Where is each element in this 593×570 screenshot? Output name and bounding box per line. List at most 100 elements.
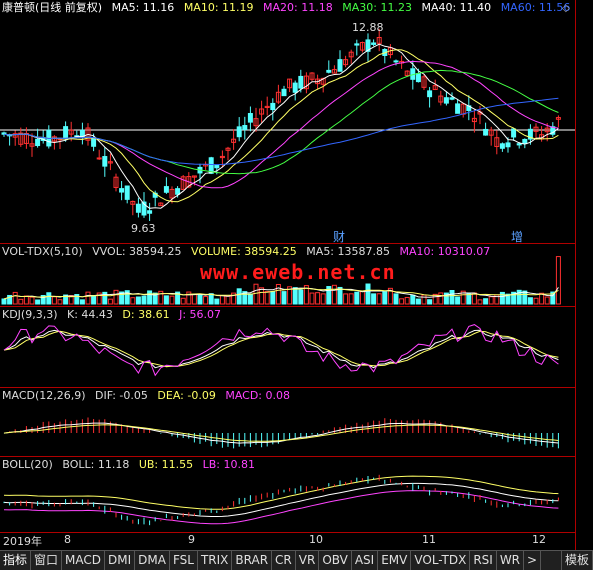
low-price-label: 9.63 <box>131 222 156 235</box>
tab-asi[interactable]: ASI <box>352 551 379 570</box>
volume-bar <box>371 293 377 305</box>
axis-month-12: 12 <box>532 533 546 546</box>
diamond-icon[interactable]: ◇ <box>562 3 570 14</box>
volume-bar <box>214 298 220 305</box>
candle-body <box>102 156 108 167</box>
volume-bar <box>376 293 382 305</box>
candle-body <box>337 59 343 72</box>
macd-dif-label: DIF: -0.05 <box>95 389 148 402</box>
tab-cr[interactable]: CR <box>272 551 296 570</box>
candle-body <box>443 97 449 104</box>
volume-bar <box>169 295 175 305</box>
volume-bar <box>438 292 444 305</box>
candle-body <box>371 42 377 45</box>
volume-bar <box>91 295 97 305</box>
tab-emv[interactable]: EMV <box>378 551 412 570</box>
tab-trix[interactable]: TRIX <box>198 551 233 570</box>
volume-bar <box>107 298 113 305</box>
volume-bar <box>35 299 41 305</box>
boll-panel[interactable]: BOLL(20) BOLL: 11.18 UB: 11.55 LB: 10.81 <box>0 457 575 532</box>
volume-bar <box>163 295 169 305</box>
tab-vr[interactable]: VR <box>296 551 320 570</box>
candle-body <box>236 126 242 138</box>
macd-panel[interactable]: MACD(12,26,9) DIF: -0.05 DEA: -0.09 MACD… <box>0 388 575 457</box>
volume-bar <box>298 289 304 305</box>
tab-obv[interactable]: OBV <box>319 551 352 570</box>
candle-body <box>516 143 522 146</box>
tab-wr[interactable]: WR <box>497 551 525 570</box>
volume-bar <box>141 295 147 305</box>
axis-month-8: 8 <box>64 533 71 546</box>
ma10-label: MA10: 11.19 <box>183 1 254 14</box>
axis-year: 2019年 <box>3 535 42 548</box>
indicator-tab-bar: 指标 窗口 MACD DMI DMA FSL TRIX BRAR CR VR O… <box>0 550 593 570</box>
volume-bar <box>315 292 321 305</box>
tab-brar[interactable]: BRAR <box>232 551 273 570</box>
ma30-label: MA30: 11.23 <box>342 1 412 14</box>
axis-month-9: 9 <box>188 533 195 546</box>
tab-window[interactable]: 窗口 <box>31 551 63 570</box>
volume-bar <box>320 293 326 305</box>
volume-bar <box>488 296 494 305</box>
volume-bar <box>455 296 461 305</box>
tab-dma[interactable]: DMA <box>135 551 170 570</box>
tab-rsi[interactable]: RSI <box>470 551 497 570</box>
tab-template[interactable]: 模板 <box>560 551 593 570</box>
volume-bar <box>365 283 371 305</box>
volume-bar <box>292 287 298 305</box>
candle-body <box>135 203 141 213</box>
candle-body <box>270 102 276 111</box>
ma60-label: MA60: 11.56 <box>500 1 571 14</box>
volume-bar <box>203 296 209 305</box>
volume-label: VOLUME: 38594.25 <box>191 245 297 258</box>
boll-mid-label: BOLL: 11.18 <box>62 458 130 471</box>
volume-bar <box>522 290 528 305</box>
tab-macd[interactable]: MACD <box>62 551 106 570</box>
candle-body <box>511 128 517 138</box>
candle-body <box>242 125 248 130</box>
finance-mark[interactable]: 财 <box>333 228 345 245</box>
candle-body <box>175 188 181 195</box>
volume-bar <box>247 293 253 305</box>
right-scale[interactable] <box>575 0 593 550</box>
increase-mark[interactable]: 增 <box>511 228 523 245</box>
candle-body <box>505 142 511 148</box>
volume-bar <box>191 293 197 305</box>
boll-mid-line <box>3 482 559 517</box>
candle-body <box>96 157 102 160</box>
tab-vol-tdx[interactable]: VOL-TDX <box>411 551 471 570</box>
volume-bar <box>113 289 119 305</box>
candle-body <box>427 90 433 98</box>
ma60-line <box>3 97 559 166</box>
price-panel[interactable]: 康普顿(日线 前复权) MA5: 11.16 MA10: 11.19 MA20:… <box>0 0 584 245</box>
volume-bar <box>180 297 186 305</box>
tab-dmi[interactable]: DMI <box>105 551 136 570</box>
kdj-j-label: J: 56.07 <box>179 308 222 321</box>
volume-bar <box>12 291 18 305</box>
volume-bar <box>264 291 270 305</box>
volume-panel[interactable]: VOL-TDX(5,10) VVOL: 38594.25 VOLUME: 385… <box>0 244 575 307</box>
candle-body <box>449 97 455 100</box>
candle-body <box>63 126 69 140</box>
candle-body <box>415 73 421 83</box>
volume-bar <box>130 297 136 305</box>
volume-bar <box>427 299 433 305</box>
kdj-header: KDJ(9,3,3) K: 44.43 D: 38.61 J: 56.07 <box>2 308 227 322</box>
volume-bar <box>331 284 337 305</box>
volume-bar <box>85 291 91 305</box>
volume-bar <box>46 292 52 305</box>
tab-more-arrow[interactable]: > <box>524 551 542 570</box>
candle-body <box>119 188 125 193</box>
candlestick-chart[interactable] <box>0 0 575 243</box>
boll-upper-line <box>3 475 559 510</box>
candle-body <box>292 82 298 93</box>
candle-body <box>354 43 360 46</box>
tab-fsl[interactable]: FSL <box>170 551 198 570</box>
candle-body <box>298 75 304 89</box>
tab-indicator[interactable]: 指标 <box>0 551 32 570</box>
kdj-panel[interactable]: KDJ(9,3,3) K: 44.43 D: 38.61 J: 56.07 <box>0 307 575 388</box>
vol-ma10-label: MA10: 10310.07 <box>399 245 491 258</box>
stock-title: 康普顿(日线 前复权) <box>2 1 103 14</box>
kdj-d-line <box>3 330 559 368</box>
kdj-k-label: K: 44.43 <box>67 308 113 321</box>
